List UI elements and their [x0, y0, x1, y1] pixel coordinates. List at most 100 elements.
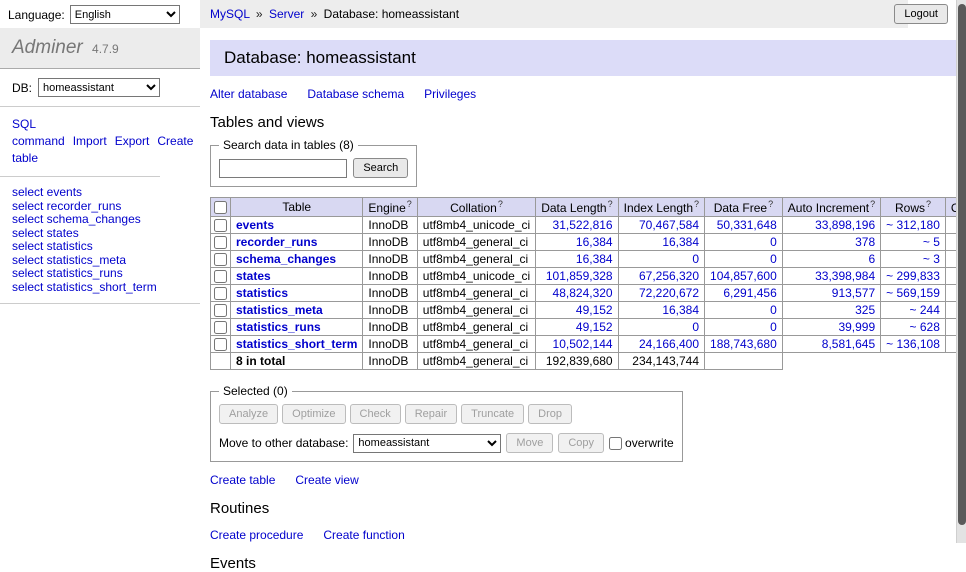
scrollbar-thumb[interactable] [958, 4, 966, 525]
column-help-link[interactable]: ? [608, 199, 613, 209]
move-db-select[interactable]: homeassistant [353, 434, 501, 453]
overwrite-checkbox[interactable] [609, 437, 622, 450]
truncate-button[interactable]: Truncate [461, 404, 524, 424]
data-free-link[interactable]: 50,331,648 [717, 218, 777, 232]
column-help-link[interactable]: ? [407, 199, 412, 209]
data-free-link[interactable]: 6,291,456 [723, 286, 776, 300]
auto-increment-link[interactable]: 33,898,196 [815, 218, 875, 232]
table-link[interactable]: events [236, 218, 274, 232]
data-length-link[interactable]: 10,502,144 [553, 337, 613, 351]
app-logo-link[interactable]: Adminer [12, 37, 83, 58]
rows-link[interactable]: ~ 3 [923, 252, 940, 266]
column-help-link[interactable]: ? [926, 199, 931, 209]
auto-increment-link[interactable]: 378 [855, 235, 875, 249]
row-checkbox[interactable] [214, 236, 227, 249]
data-length-link[interactable]: 16,384 [576, 235, 613, 249]
drop-button[interactable]: Drop [528, 404, 572, 424]
row-checkbox[interactable] [214, 219, 227, 232]
sidebar-table-link[interactable]: select statistics_meta [12, 253, 126, 267]
link-import[interactable]: Import [73, 134, 107, 148]
auto-increment-link[interactable]: 325 [855, 303, 875, 317]
link-export[interactable]: Export [115, 134, 150, 148]
sidebar-table-link[interactable]: select recorder_runs [12, 199, 121, 213]
select-all-checkbox[interactable] [214, 201, 227, 214]
sidebar-table-link[interactable]: select states [12, 226, 79, 240]
row-checkbox[interactable] [214, 253, 227, 266]
column-help-link[interactable]: ? [498, 199, 503, 209]
row-checkbox[interactable] [214, 270, 227, 283]
logout-button[interactable]: Logout [894, 4, 948, 24]
rows-link[interactable]: ~ 569,159 [886, 286, 940, 300]
data-free-link[interactable]: 0 [770, 320, 777, 334]
auto-increment-link[interactable]: 33,398,984 [815, 269, 875, 283]
table-link[interactable]: statistics_short_term [236, 337, 357, 351]
index-length-link[interactable]: 72,220,672 [639, 286, 699, 300]
data-length-link[interactable]: 16,384 [576, 252, 613, 266]
link-alter-database[interactable]: Alter database [210, 87, 287, 101]
link-create-table[interactable]: Create table [210, 473, 275, 487]
data-length-link[interactable]: 31,522,816 [553, 218, 613, 232]
vertical-scrollbar[interactable] [956, 0, 966, 543]
data-free-link[interactable]: 104,857,600 [710, 269, 777, 283]
data-length-link[interactable]: 49,152 [576, 303, 613, 317]
data-free-link[interactable]: 0 [770, 252, 777, 266]
rows-link[interactable]: ~ 136,108 [886, 337, 940, 351]
table-link[interactable]: schema_changes [236, 252, 336, 266]
sidebar-table-link[interactable]: select statistics_runs [12, 266, 123, 280]
link-create-function[interactable]: Create function [323, 528, 404, 542]
index-length-link[interactable]: 0 [692, 320, 699, 334]
index-length-link[interactable]: 16,384 [662, 235, 699, 249]
rows-link[interactable]: ~ 628 [910, 320, 940, 334]
auto-increment-link[interactable]: 39,999 [838, 320, 875, 334]
rows-link[interactable]: ~ 312,180 [886, 218, 940, 232]
table-link[interactable]: statistics_runs [236, 320, 321, 334]
language-select[interactable]: English [70, 5, 180, 24]
breadcrumb-mysql-link[interactable]: MySQL [210, 7, 250, 21]
link-database-schema[interactable]: Database schema [307, 87, 404, 101]
row-checkbox[interactable] [214, 287, 227, 300]
column-help-link[interactable]: ? [870, 199, 875, 209]
repair-button[interactable]: Repair [405, 404, 457, 424]
table-link[interactable]: states [236, 269, 271, 283]
data-length-link[interactable]: 49,152 [576, 320, 613, 334]
data-free-link[interactable]: 188,743,680 [710, 337, 777, 351]
check-button[interactable]: Check [350, 404, 401, 424]
sidebar-table-link[interactable]: select schema_changes [12, 212, 141, 226]
row-checkbox[interactable] [214, 321, 227, 334]
column-help-link[interactable]: ? [768, 199, 773, 209]
sidebar-table-link[interactable]: select events [12, 185, 82, 199]
db-select[interactable]: homeassistant [38, 78, 160, 97]
table-link[interactable]: statistics_meta [236, 303, 323, 317]
breadcrumb-server-link[interactable]: Server [269, 7, 304, 21]
data-free-link[interactable]: 0 [770, 235, 777, 249]
sidebar-table-link[interactable]: select statistics [12, 239, 93, 253]
move-button[interactable]: Move [506, 433, 553, 453]
search-button[interactable]: Search [353, 158, 408, 178]
link-sql-command[interactable]: SQL command [12, 117, 65, 148]
auto-increment-link[interactable]: 6 [868, 252, 875, 266]
auto-increment-link[interactable]: 8,581,645 [822, 337, 875, 351]
rows-link[interactable]: ~ 244 [910, 303, 940, 317]
index-length-link[interactable]: 24,166,400 [639, 337, 699, 351]
link-privileges[interactable]: Privileges [424, 87, 476, 101]
copy-button[interactable]: Copy [558, 433, 604, 453]
data-length-link[interactable]: 101,859,328 [546, 269, 613, 283]
auto-increment-link[interactable]: 913,577 [832, 286, 875, 300]
rows-link[interactable]: ~ 299,833 [886, 269, 940, 283]
rows-link[interactable]: ~ 5 [923, 235, 940, 249]
index-length-link[interactable]: 16,384 [662, 303, 699, 317]
sidebar-table-link[interactable]: select statistics_short_term [12, 280, 157, 294]
index-length-link[interactable]: 0 [692, 252, 699, 266]
link-create-view[interactable]: Create view [295, 473, 358, 487]
table-link[interactable]: recorder_runs [236, 235, 317, 249]
row-checkbox[interactable] [214, 338, 227, 351]
link-create-procedure[interactable]: Create procedure [210, 528, 303, 542]
table-link[interactable]: statistics [236, 286, 288, 300]
optimize-button[interactable]: Optimize [282, 404, 345, 424]
column-help-link[interactable]: ? [694, 199, 699, 209]
data-free-link[interactable]: 0 [770, 303, 777, 317]
index-length-link[interactable]: 70,467,584 [639, 218, 699, 232]
row-checkbox[interactable] [214, 304, 227, 317]
analyze-button[interactable]: Analyze [219, 404, 278, 424]
index-length-link[interactable]: 67,256,320 [639, 269, 699, 283]
